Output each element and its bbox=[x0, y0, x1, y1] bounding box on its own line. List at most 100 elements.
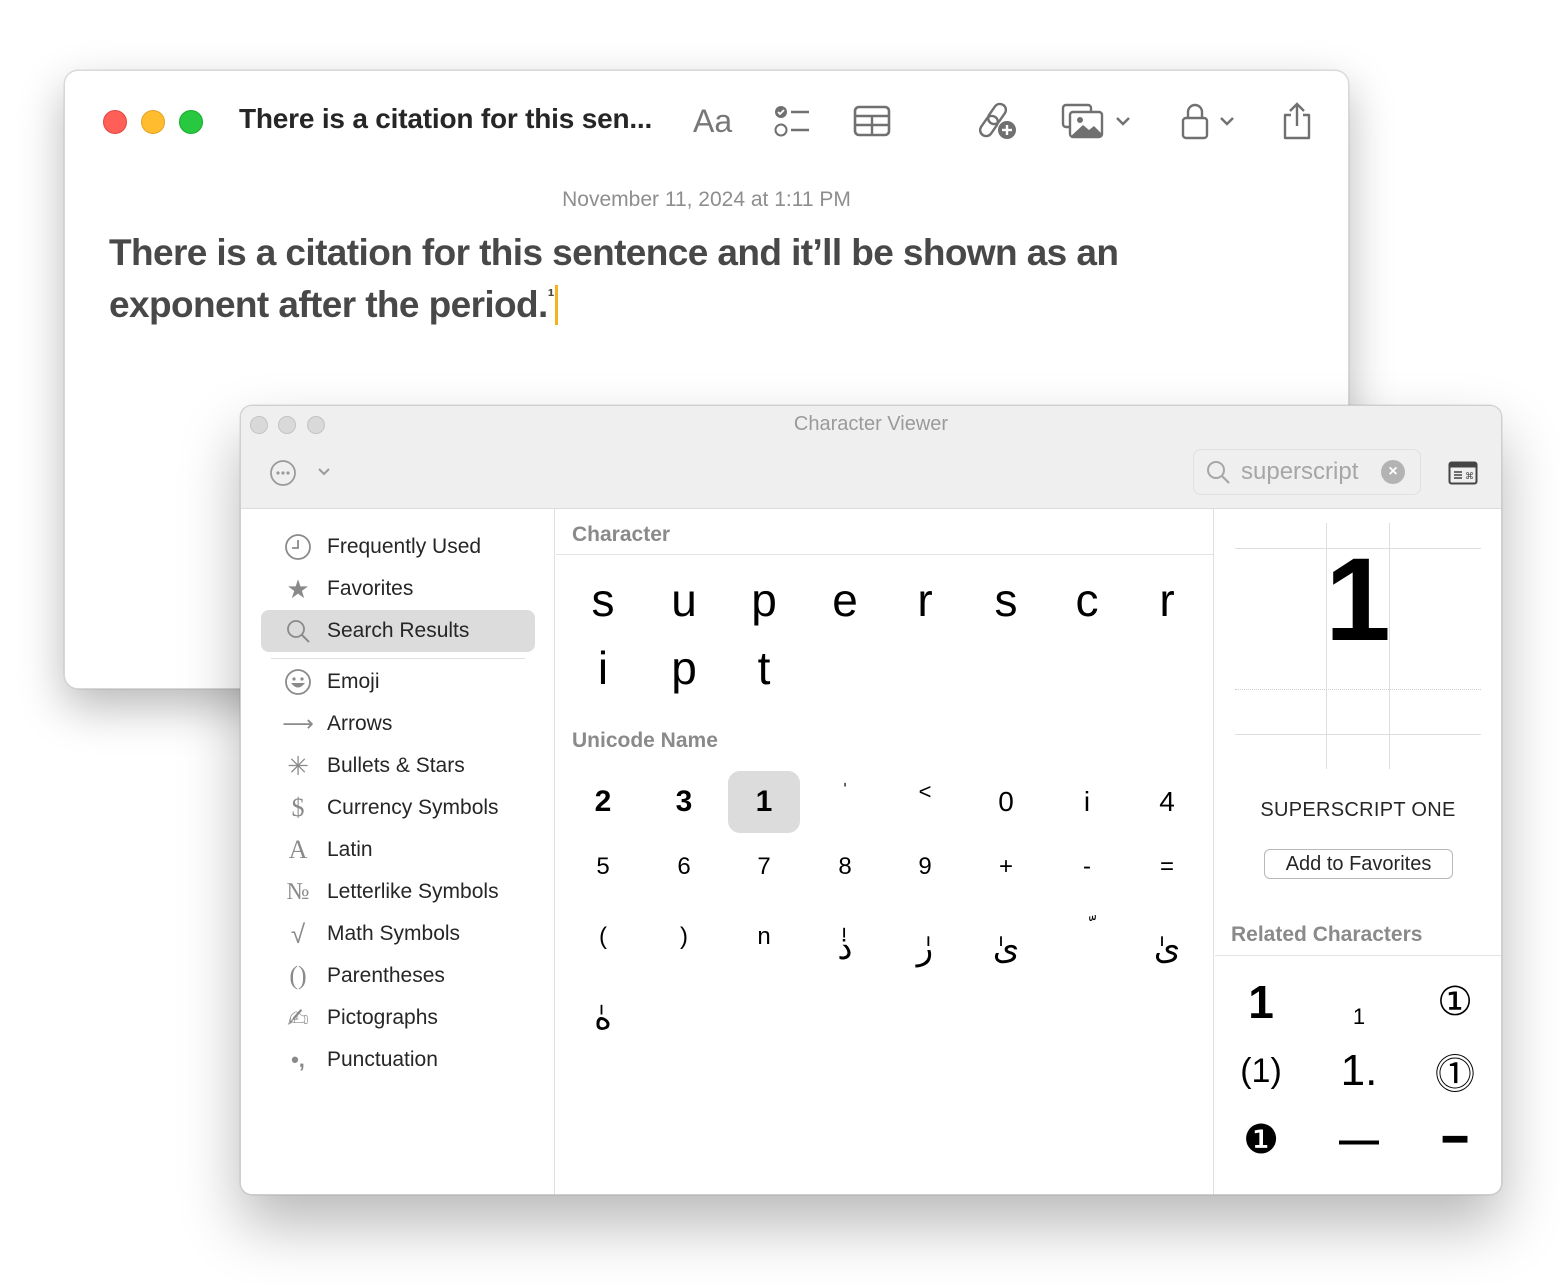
sidebar-item-bullets-stars[interactable]: ✳ Bullets & Stars bbox=[261, 745, 535, 787]
unicode-character-cell[interactable]: 0 bbox=[970, 771, 1042, 833]
sidebar-item-label: Frequently Used bbox=[327, 535, 482, 558]
category-sidebar: Frequently Used ★ Favorites Search Results E… bbox=[241, 509, 555, 1194]
chevron-down-icon bbox=[1220, 117, 1234, 126]
collaborate-button[interactable] bbox=[977, 99, 1019, 143]
section-divider bbox=[1215, 955, 1501, 956]
unicode-character-cell[interactable]: ( bbox=[567, 906, 639, 968]
related-character-cell[interactable]: — bbox=[1319, 1109, 1399, 1171]
unicode-character-cell[interactable]: ّ bbox=[1051, 906, 1123, 968]
table-button[interactable] bbox=[853, 99, 891, 143]
window-title: Character Viewer bbox=[793, 413, 949, 435]
chevron-down-icon bbox=[1116, 117, 1130, 126]
sidebar-item-arrows[interactable]: ⟶ Arrows bbox=[261, 703, 535, 745]
sidebar-item-label: Bullets & Stars bbox=[327, 754, 465, 777]
unicode-character-cell[interactable]: n bbox=[728, 906, 800, 968]
related-character-cell[interactable]: ━ bbox=[1415, 1109, 1495, 1171]
character-detail-panel: 1 SUPERSCRIPT ONE Add to Favorites Relat… bbox=[1215, 509, 1501, 1194]
unicode-character-cell[interactable]: 6 bbox=[648, 836, 720, 898]
unicode-character-cell[interactable]: ) bbox=[648, 906, 720, 968]
keyboard-viewer-icon: ⌘ bbox=[1448, 461, 1478, 485]
more-actions-dropdown[interactable] bbox=[317, 464, 331, 482]
character-cell[interactable]: i bbox=[567, 637, 639, 699]
share-icon bbox=[1283, 102, 1311, 140]
note-body[interactable]: There is a citation for this sentence an… bbox=[109, 231, 1259, 327]
related-character-cell[interactable]: 1. bbox=[1319, 1040, 1399, 1102]
character-name: SUPERSCRIPT ONE bbox=[1260, 799, 1456, 821]
sidebar-item-letterlike-symbols[interactable]: № Letterlike Symbols bbox=[261, 871, 535, 913]
unicode-character-cell[interactable]: 8 bbox=[809, 836, 881, 898]
media-button[interactable] bbox=[1061, 99, 1131, 143]
sidebar-item-search-results[interactable]: Search Results bbox=[261, 610, 535, 652]
unicode-name-section-header: Unicode Name bbox=[572, 729, 718, 752]
related-character-cell[interactable]: ⓵ bbox=[1415, 1040, 1495, 1102]
sidebar-item-label: Search Results bbox=[327, 619, 470, 642]
clear-search-button[interactable]: × bbox=[1381, 460, 1405, 484]
unicode-character-cell[interactable]: + bbox=[970, 836, 1042, 898]
keyboard-viewer-button[interactable]: ⌘ bbox=[1448, 461, 1478, 490]
minimize-window-button[interactable] bbox=[141, 110, 165, 134]
search-field[interactable]: × bbox=[1193, 449, 1421, 495]
related-character-cell[interactable]: (1) bbox=[1221, 1040, 1301, 1102]
lock-button[interactable] bbox=[1181, 99, 1235, 143]
sidebar-item-pictographs[interactable]: ✍ Pictographs bbox=[261, 997, 535, 1039]
unicode-character-cell[interactable]: 3 bbox=[648, 771, 720, 833]
format-button[interactable]: Aa bbox=[693, 99, 732, 143]
unicode-character-cell[interactable]: 5 bbox=[567, 836, 639, 898]
sidebar-item-currency-symbols[interactable]: $ Currency Symbols bbox=[261, 787, 535, 829]
dollar-icon: $ bbox=[291, 793, 305, 822]
sidebar-item-label: Currency Symbols bbox=[327, 796, 499, 819]
character-cell[interactable]: c bbox=[1051, 569, 1123, 631]
related-character-cell[interactable]: 1 bbox=[1319, 971, 1399, 1033]
sidebar-item-label: Emoji bbox=[327, 670, 380, 693]
star-icon: ★ bbox=[286, 573, 310, 604]
add-to-favorites-button[interactable]: Add to Favorites bbox=[1264, 849, 1453, 879]
character-cell[interactable]: p bbox=[728, 569, 800, 631]
photo-media-icon bbox=[1061, 103, 1104, 139]
arrow-icon: ⟶ bbox=[282, 711, 314, 736]
unicode-character-cell[interactable]: 7 bbox=[728, 836, 800, 898]
related-character-cell[interactable]: ❶ bbox=[1221, 1109, 1301, 1171]
character-cell[interactable]: p bbox=[648, 637, 720, 699]
selected-unicode-character-cell[interactable]: 1 bbox=[728, 771, 800, 833]
unicode-character-cell[interactable]: = bbox=[1131, 836, 1203, 898]
character-cell[interactable]: s bbox=[567, 569, 639, 631]
unicode-character-cell[interactable]: i bbox=[1051, 771, 1123, 833]
unicode-character-cell[interactable]: 2 bbox=[567, 771, 639, 833]
unicode-character-cell[interactable]: ˈ bbox=[809, 771, 881, 833]
unicode-character-cell[interactable]: ذٰ bbox=[809, 906, 881, 968]
character-cell[interactable]: u bbox=[648, 569, 720, 631]
zoom-window-button[interactable] bbox=[179, 110, 203, 134]
character-cell[interactable]: r bbox=[1131, 569, 1203, 631]
sidebar-item-label: Latin bbox=[327, 838, 373, 861]
sidebar-item-frequently-used[interactable]: Frequently Used bbox=[261, 526, 535, 568]
unicode-character-cell[interactable]: هٰ bbox=[567, 976, 639, 1038]
unicode-character-cell[interactable]: - bbox=[1051, 836, 1123, 898]
character-cell[interactable]: t bbox=[728, 637, 800, 699]
related-character-cell[interactable]: 1 bbox=[1221, 971, 1301, 1033]
unicode-character-cell[interactable]: 4 bbox=[1131, 771, 1203, 833]
share-button[interactable] bbox=[1281, 99, 1313, 143]
related-character-cell[interactable]: ① bbox=[1415, 971, 1495, 1033]
unicode-character-cell[interactable]: ىٰ bbox=[1131, 906, 1203, 968]
sidebar-item-favorites[interactable]: ★ Favorites bbox=[261, 568, 535, 610]
sidebar-item-punctuation[interactable]: •, Punctuation bbox=[261, 1039, 535, 1081]
search-icon bbox=[1207, 461, 1230, 484]
more-actions-button[interactable] bbox=[269, 459, 297, 492]
character-cell[interactable]: e bbox=[809, 569, 881, 631]
related-characters-header: Related Characters bbox=[1231, 923, 1423, 946]
checklist-button[interactable] bbox=[773, 99, 813, 143]
unicode-character-cell[interactable]: رٰ bbox=[889, 906, 961, 968]
unicode-character-cell[interactable]: 9 bbox=[889, 836, 961, 898]
chevron-down-icon bbox=[318, 468, 330, 476]
lock-icon bbox=[1181, 103, 1209, 140]
character-cell[interactable]: s bbox=[970, 569, 1042, 631]
sidebar-item-latin[interactable]: A Latin bbox=[261, 829, 535, 871]
sidebar-item-math-symbols[interactable]: √ Math Symbols bbox=[261, 913, 535, 955]
unicode-character-cell[interactable]: ىٰ bbox=[970, 906, 1042, 968]
search-input[interactable] bbox=[1241, 458, 1381, 486]
sidebar-item-emoji[interactable]: Emoji bbox=[261, 661, 535, 703]
character-cell[interactable]: r bbox=[889, 569, 961, 631]
sidebar-item-parentheses[interactable]: () Parentheses bbox=[261, 955, 535, 997]
unicode-character-cell[interactable]: ˂ bbox=[889, 771, 961, 833]
close-window-button[interactable] bbox=[103, 110, 127, 134]
